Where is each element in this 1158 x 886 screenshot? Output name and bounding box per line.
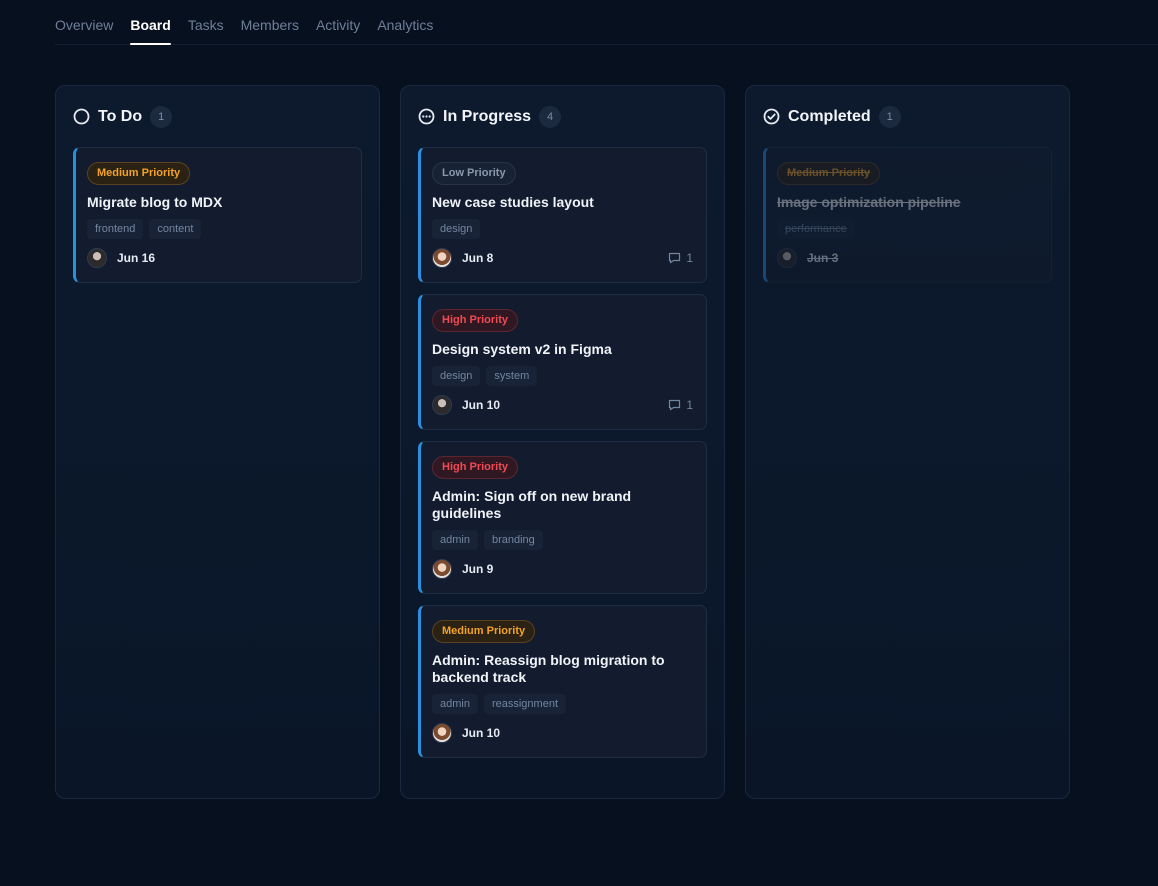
dots-circle-icon (418, 108, 435, 125)
column-count-badge: 4 (539, 105, 562, 128)
priority-badge: High Priority (432, 309, 519, 332)
priority-badge: Medium Priority (432, 620, 536, 643)
comment-icon (669, 252, 681, 264)
comment-icon (669, 399, 681, 411)
avatar (432, 248, 452, 268)
task-card[interactable]: High Priority Admin: Sign off on new bra… (418, 441, 707, 594)
tag: frontend (87, 219, 144, 239)
column-title: Completed (788, 107, 871, 125)
due-date: Jun 3 (807, 251, 839, 265)
tag-list: design (432, 219, 693, 239)
circle-icon (73, 108, 90, 125)
tab-activity[interactable]: Activity (316, 17, 360, 45)
avatar (777, 248, 797, 268)
due-date: Jun 9 (462, 562, 494, 576)
due-date: Jun 8 (462, 251, 494, 265)
priority-badge: Medium Priority (87, 162, 191, 185)
tab-bar: Overview Board Tasks Members Activity An… (55, 0, 1158, 45)
tag-list: admin branding (432, 530, 693, 550)
tag: admin (432, 694, 478, 714)
task-title: Migrate blog to MDX (87, 194, 223, 210)
column-title: To Do (98, 107, 143, 125)
avatar (87, 248, 107, 268)
column-to-do: To Do 1 Medium Priority Migrate blog to … (55, 85, 380, 799)
task-title: Image optimization pipeline (777, 194, 961, 210)
avatar (432, 723, 452, 743)
task-meta: Jun 16 (87, 248, 348, 268)
comment-count[interactable]: 1 (668, 398, 693, 412)
due-date: Jun 10 (462, 726, 501, 740)
tag-list: admin reassignment (432, 694, 693, 714)
task-title: Admin: Sign off on new brand guidelines (432, 488, 632, 521)
tag: admin (432, 530, 478, 550)
tab-tasks[interactable]: Tasks (188, 17, 224, 45)
column-header: In Progress 4 (418, 86, 707, 147)
tag-list: design system (432, 366, 693, 386)
avatar (432, 395, 452, 415)
task-card[interactable]: High Priority Design system v2 in Figma … (418, 294, 707, 430)
task-card[interactable]: Low Priority New case studies layout des… (418, 147, 707, 283)
column-title: In Progress (443, 107, 532, 125)
column-count-badge: 1 (878, 105, 901, 128)
task-title: New case studies layout (432, 194, 594, 210)
tag: content (149, 219, 202, 239)
tab-members[interactable]: Members (241, 17, 299, 45)
column-in-progress: In Progress 4 Low Priority New case stud… (400, 85, 725, 799)
priority-badge: Medium Priority (777, 162, 881, 185)
comment-count-value: 1 (686, 251, 693, 265)
check-circle-icon (763, 108, 780, 125)
tag: reassignment (483, 694, 567, 714)
tag: system (486, 366, 538, 386)
column-completed: Completed 1 Medium Priority Image optimi… (745, 85, 1070, 799)
tab-board[interactable]: Board (130, 17, 172, 45)
tab-overview[interactable]: Overview (55, 17, 113, 45)
task-meta: Jun 10 (432, 723, 693, 743)
tag: performance (777, 219, 855, 239)
task-meta: Jun 9 (432, 559, 693, 579)
task-title: Design system v2 in Figma (432, 341, 612, 357)
comment-count[interactable]: 1 (668, 251, 693, 265)
task-card[interactable]: Medium Priority Migrate blog to MDX fron… (73, 147, 362, 283)
priority-badge: High Priority (432, 456, 519, 479)
tag: design (432, 219, 481, 239)
tag-list: frontend content (87, 219, 348, 239)
priority-badge: Low Priority (432, 162, 516, 185)
task-meta: Jun 10 1 (432, 395, 693, 415)
tag: design (432, 366, 481, 386)
tag-list: performance (777, 219, 1038, 239)
task-card[interactable]: Medium Priority Image optimization pipel… (763, 147, 1052, 283)
column-count-badge: 1 (150, 105, 173, 128)
task-meta: Jun 8 1 (432, 248, 693, 268)
kanban-board: To Do 1 Medium Priority Migrate blog to … (55, 85, 1070, 799)
column-header: Completed 1 (763, 86, 1052, 147)
task-card[interactable]: Medium Priority Admin: Reassign blog mig… (418, 605, 707, 758)
task-title: Admin: Reassign blog migration to backen… (432, 652, 665, 685)
due-date: Jun 16 (117, 251, 156, 265)
task-meta: Jun 3 (777, 248, 1038, 268)
due-date: Jun 10 (462, 398, 501, 412)
tab-analytics[interactable]: Analytics (377, 17, 433, 45)
column-header: To Do 1 (73, 86, 362, 147)
tag: branding (483, 530, 543, 550)
avatar (432, 559, 452, 579)
comment-count-value: 1 (686, 398, 693, 412)
